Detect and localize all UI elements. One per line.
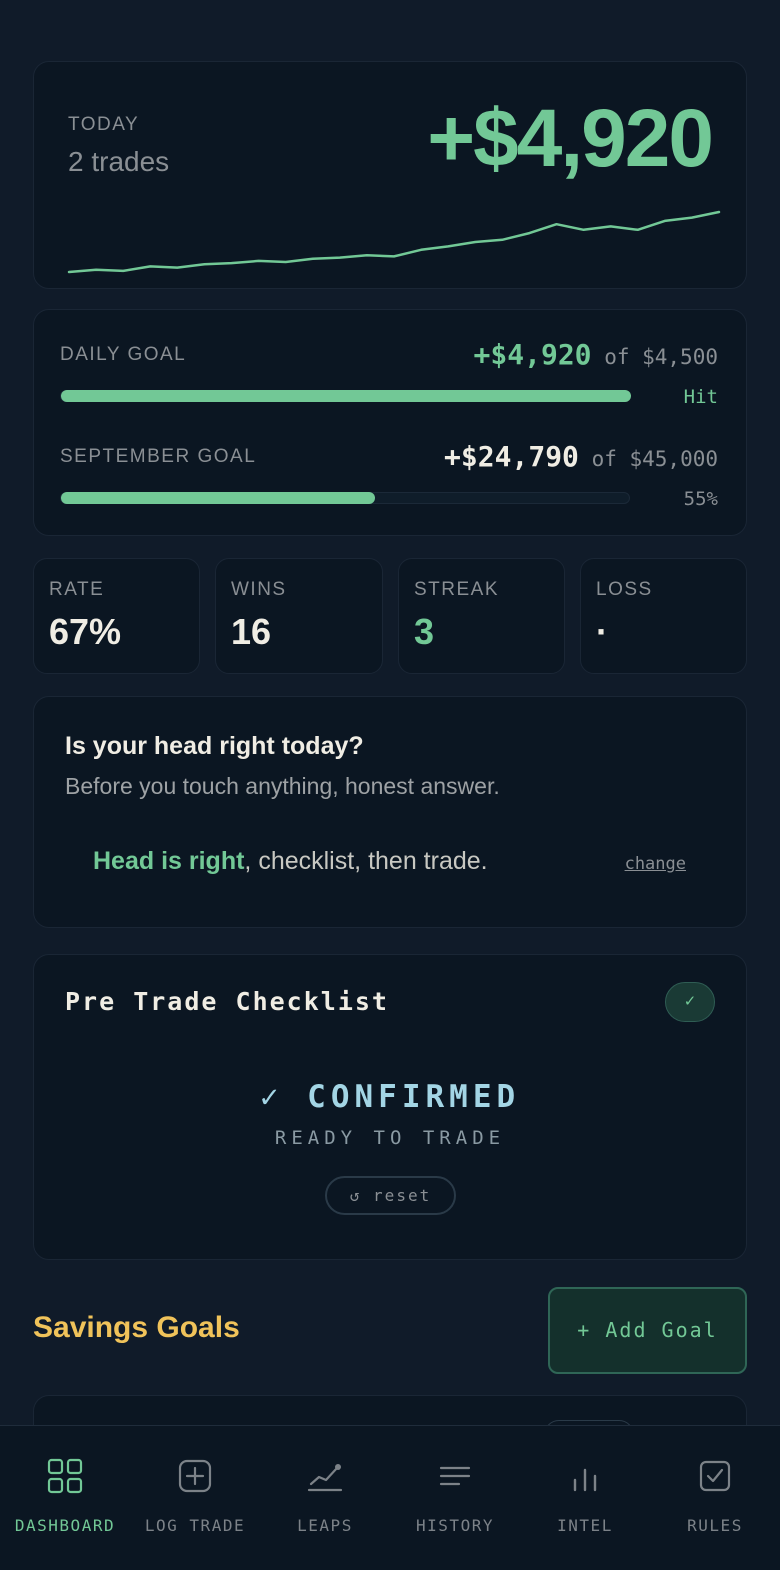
- daily-goal-label: DAILY GOAL: [60, 344, 187, 365]
- stat-streak-label: STREAK: [414, 579, 500, 600]
- plus-square-icon: [178, 1459, 212, 1493]
- checkbox-icon: [699, 1460, 731, 1492]
- month-goal-status: 55%: [683, 488, 718, 510]
- head-check-subtitle: Before you touch anything, honest answer…: [65, 773, 500, 799]
- head-check-card: Is your head right today? Before you tou…: [33, 696, 747, 928]
- stat-wins-card: WINS 16: [215, 558, 383, 674]
- bar-chart-icon: [573, 1468, 597, 1492]
- nav-rules-label: RULES: [687, 1516, 743, 1535]
- stat-wins-value: 16: [231, 611, 272, 652]
- today-pnl-value: +$4,920: [427, 93, 714, 184]
- nav-rules[interactable]: RULES: [650, 1426, 780, 1570]
- nav-log-trade[interactable]: LOG TRADE: [130, 1426, 260, 1570]
- nav-history[interactable]: HISTORY: [390, 1426, 520, 1570]
- stat-rate-label: RATE: [49, 579, 105, 600]
- head-status-highlight: Head is right: [93, 847, 245, 875]
- list-lines-icon: [439, 1466, 471, 1486]
- head-check-title: Is your head right today?: [65, 732, 364, 760]
- month-goal-progress-fill: [61, 492, 375, 504]
- nav-leaps-label: LEAPS: [297, 1516, 353, 1535]
- stat-wins-label: WINS: [231, 579, 287, 600]
- trend-line-icon: [307, 1464, 343, 1492]
- daily-goal-target: of $4,500: [604, 345, 718, 369]
- month-goal-amount: +$24,790: [444, 440, 579, 473]
- pre-trade-checklist-card: Pre Trade Checklist ✓ ✓ CONFIRMED READY …: [33, 954, 747, 1260]
- today-trade-count: 2 trades: [68, 146, 170, 177]
- checklist-title: Pre Trade Checklist: [65, 987, 389, 1016]
- month-goal-target: of $45,000: [591, 447, 718, 471]
- nav-intel[interactable]: INTEL: [520, 1426, 650, 1570]
- pnl-sparkline: [67, 210, 721, 274]
- checklist-reset-button[interactable]: ↺ reset: [325, 1176, 456, 1215]
- stat-streak-value: 3: [414, 611, 435, 652]
- grid-icon: [47, 1458, 83, 1494]
- checklist-ready-label: READY TO TRADE: [274, 1127, 506, 1149]
- daily-goal-progress-fill: [61, 390, 631, 402]
- bottom-nav: DASHBOARD LOG TRADE LEAPS HISTORY INTEL …: [0, 1425, 780, 1570]
- head-check-status: Head is right, checklist, then trade.: [93, 847, 488, 876]
- savings-goals-title: Savings Goals: [33, 1311, 240, 1344]
- daily-goal-values: +$4,920 of $4,500: [474, 338, 718, 371]
- month-goal-label: SEPTEMBER GOAL: [60, 446, 257, 467]
- daily-goal-progress-bar: [60, 390, 631, 402]
- nav-log-trade-label: LOG TRADE: [144, 1516, 246, 1535]
- stat-rate-value: 67%: [49, 611, 122, 652]
- daily-goal-amount: +$4,920: [473, 338, 592, 371]
- nav-intel-label: INTEL: [557, 1516, 613, 1535]
- nav-dashboard-label: DASHBOARD: [14, 1516, 116, 1535]
- checklist-confirmed-label: ✓ CONFIRMED: [259, 1079, 521, 1115]
- stat-loss-value: ·: [596, 611, 608, 652]
- month-goal-values: +$24,790 of $45,000: [444, 440, 718, 473]
- add-goal-button[interactable]: + Add Goal: [548, 1287, 747, 1374]
- goals-card: DAILY GOAL +$4,920 of $4,500 Hit SEPTEMB…: [33, 309, 747, 536]
- stat-streak-card: STREAK 3: [398, 558, 565, 674]
- today-pnl-card: TODAY 2 trades +$4,920: [33, 61, 747, 289]
- stat-loss-card: LOSS ·: [580, 558, 747, 674]
- daily-goal-status: Hit: [683, 386, 718, 408]
- month-goal-progress-bar: [60, 492, 630, 504]
- nav-dashboard[interactable]: DASHBOARD: [0, 1426, 130, 1570]
- nav-leaps[interactable]: LEAPS: [260, 1426, 390, 1570]
- head-status-rest: , checklist, then trade.: [244, 847, 488, 875]
- head-change-link[interactable]: change: [625, 854, 686, 874]
- checklist-complete-badge[interactable]: ✓: [665, 982, 715, 1022]
- stat-loss-label: LOSS: [596, 579, 653, 600]
- sparkline-series: [67, 210, 721, 274]
- nav-history-label: HISTORY: [416, 1516, 494, 1535]
- stat-rate-card: RATE 67%: [33, 558, 200, 674]
- today-label: TODAY: [68, 114, 140, 135]
